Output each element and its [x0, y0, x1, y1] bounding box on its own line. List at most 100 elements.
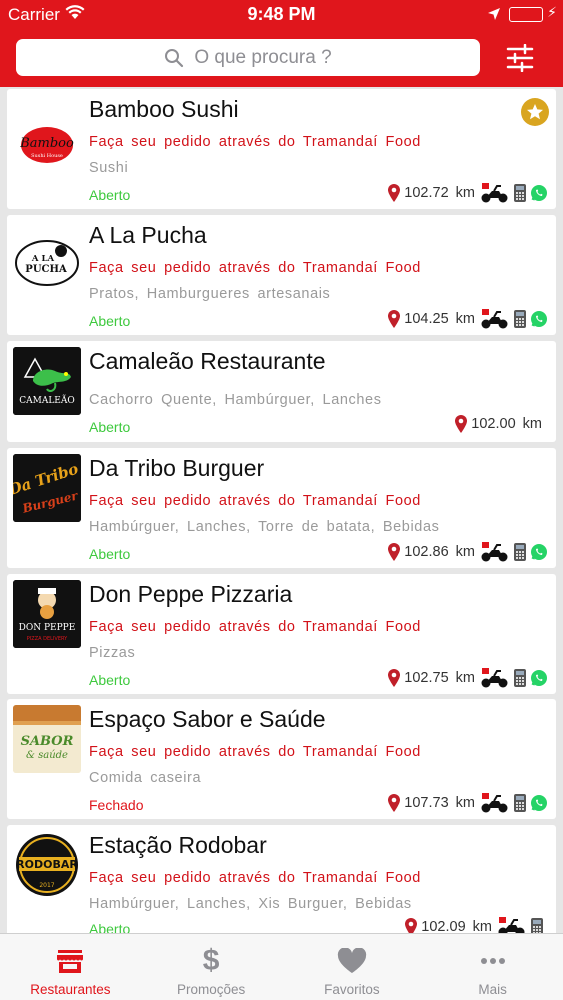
- svg-text:PUCHA: PUCHA: [25, 264, 67, 275]
- distance-value: 107.73: [404, 795, 449, 811]
- restaurant-card[interactable]: RODOBAR 2017 Estação Rodobar Faça seu ped…: [7, 825, 556, 933]
- tab-label: Promoções: [176, 982, 246, 997]
- card-machine-icon: [514, 669, 526, 687]
- promo-text: Faça seu pedido através do Tramandaí Foo…: [89, 134, 421, 150]
- whatsapp-icon[interactable]: [530, 794, 548, 812]
- restaurant-name: Bamboo Sushi: [89, 96, 239, 122]
- distance-unit: km: [455, 670, 475, 686]
- category-text: Sushi: [89, 160, 129, 176]
- restaurant-name: A La Pucha: [89, 222, 207, 248]
- whatsapp-icon[interactable]: [530, 669, 548, 687]
- dollar-icon: $: [202, 944, 220, 977]
- restaurant-name: Camaleão Restaurante: [89, 348, 326, 374]
- restaurant-card[interactable]: A LA PUCHA A La Pucha Faça seu pedido atr…: [7, 215, 556, 335]
- restaurant-card[interactable]: CAMALEÃO Camaleão Restaurante Cachorro Q…: [7, 341, 556, 442]
- svg-text:Bamboo: Bamboo: [19, 136, 74, 151]
- restaurant-name: Da Tribo Burguer: [89, 455, 265, 481]
- restaurant-logo: DON PEPPE PIZZA DELIVERY: [13, 580, 81, 648]
- distance-unit: km: [522, 416, 542, 432]
- restaurant-meta: 102.00 km: [454, 414, 544, 434]
- location-arrow-icon: [487, 6, 501, 26]
- distance-unit: km: [455, 185, 475, 201]
- motorcycle-delivery-icon: [481, 542, 508, 562]
- restaurant-card[interactable]: SABOR & saúde Espaço Sabor e Saúde Faça s…: [7, 699, 556, 819]
- promo-text: Faça seu pedido através do Tramandaí Foo…: [89, 260, 421, 276]
- svg-text:& saúde: & saúde: [26, 750, 68, 761]
- distance-value: 102.00: [471, 416, 516, 432]
- restaurant-meta: 107.73 km: [387, 792, 548, 814]
- motorcycle-delivery-icon: [481, 183, 508, 203]
- motorcycle-delivery-icon: [498, 917, 525, 933]
- distance-value: 102.75: [404, 670, 449, 686]
- motorcycle-delivery-icon: [481, 309, 508, 329]
- tab-restaurantes[interactable]: Restaurantes: [0, 934, 141, 1000]
- category-text: Cachorro Quente, Hambúrguer, Lanches: [89, 392, 382, 408]
- tab-label: Restaurantes: [30, 982, 111, 997]
- distance-unit: km: [472, 919, 492, 933]
- restaurant-card[interactable]: DON PEPPE PIZZA DELIVERY Don Peppe Pizzar…: [7, 574, 556, 694]
- sliders-icon: [506, 43, 534, 73]
- restaurant-card[interactable]: Bamboo Sushi House Bamboo Sushi Faça seu …: [7, 89, 556, 209]
- svg-text:Sushi House: Sushi House: [31, 153, 63, 159]
- favorite-star-icon[interactable]: [521, 98, 549, 126]
- category-text: Pizzas: [89, 645, 136, 661]
- distance-unit: km: [455, 795, 475, 811]
- restaurant-logo: Da Tribo Burguer: [13, 454, 81, 522]
- svg-text:A LA: A LA: [31, 254, 55, 264]
- restaurant-name: Estação Rodobar: [89, 832, 267, 858]
- promo-text: Faça seu pedido através do Tramandaí Foo…: [89, 870, 421, 886]
- whatsapp-icon[interactable]: [530, 184, 548, 202]
- whatsapp-icon[interactable]: [530, 543, 548, 561]
- distance-value: 102.86: [404, 544, 449, 560]
- tab-label: Mais: [478, 982, 507, 997]
- battery-icon: [509, 7, 543, 22]
- status-badge: Aberto: [89, 313, 131, 329]
- card-machine-icon: [514, 543, 526, 561]
- restaurant-name: Don Peppe Pizzaria: [89, 581, 293, 607]
- svg-text:CAMALEÃO: CAMALEÃO: [19, 394, 75, 406]
- category-text: Pratos, Hamburgueres artesanais: [89, 286, 331, 302]
- clock: 9:48 PM: [247, 4, 316, 24]
- search-placeholder: O que procura ?: [194, 46, 332, 68]
- promo-text: Faça seu pedido através do Tramandaí Foo…: [89, 744, 421, 760]
- card-machine-icon: [514, 794, 526, 812]
- distance-value: 104.25: [404, 311, 449, 327]
- tab-favoritos[interactable]: Favoritos: [282, 934, 423, 1000]
- restaurant-meta: 102.75 km: [387, 667, 548, 689]
- restaurant-meta: 102.72 km: [387, 182, 548, 204]
- category-text: Comida caseira: [89, 770, 202, 786]
- motorcycle-delivery-icon: [481, 793, 508, 813]
- distance-value: 102.09: [421, 919, 466, 933]
- status-badge: Aberto: [89, 419, 131, 435]
- filter-button[interactable]: [505, 43, 535, 73]
- card-machine-icon: [514, 184, 526, 202]
- svg-text:2017: 2017: [39, 882, 54, 889]
- restaurant-logo: SABOR & saúde: [13, 705, 81, 773]
- location-pin-icon: [405, 918, 418, 933]
- restaurant-name: Espaço Sabor e Saúde: [89, 706, 326, 732]
- category-text: Hambúrguer, Lanches, Xis Burguer, Bebida…: [89, 896, 412, 912]
- store-icon: [57, 950, 84, 973]
- distance-unit: km: [455, 544, 475, 560]
- restaurant-meta: 102.09 km: [404, 916, 544, 933]
- restaurant-card[interactable]: Da Tribo Burguer Da Tribo Burguer Faça se…: [7, 448, 556, 568]
- card-machine-icon: [531, 918, 543, 933]
- distance-unit: km: [455, 311, 475, 327]
- status-badge: Aberto: [89, 921, 131, 933]
- tab-mais[interactable]: Mais: [422, 934, 563, 1000]
- restaurant-meta: 102.86 km: [387, 541, 548, 563]
- svg-text:PIZZA DELIVERY: PIZZA DELIVERY: [27, 636, 68, 642]
- restaurant-logo: CAMALEÃO: [13, 347, 81, 415]
- location-pin-icon: [388, 310, 401, 328]
- restaurant-logo: RODOBAR 2017: [13, 831, 81, 899]
- whatsapp-icon[interactable]: [530, 310, 548, 328]
- search-icon: [165, 48, 184, 67]
- tab-promocoes[interactable]: $ Promoções: [141, 934, 282, 1000]
- location-pin-icon: [388, 543, 401, 561]
- location-pin-icon: [388, 794, 401, 812]
- card-machine-icon: [514, 310, 526, 328]
- tab-label: Favoritos: [324, 982, 380, 997]
- restaurant-list[interactable]: Bamboo Sushi House Bamboo Sushi Faça seu …: [0, 87, 563, 933]
- status-badge: Fechado: [89, 797, 144, 813]
- search-input[interactable]: O que procura ?: [16, 39, 480, 76]
